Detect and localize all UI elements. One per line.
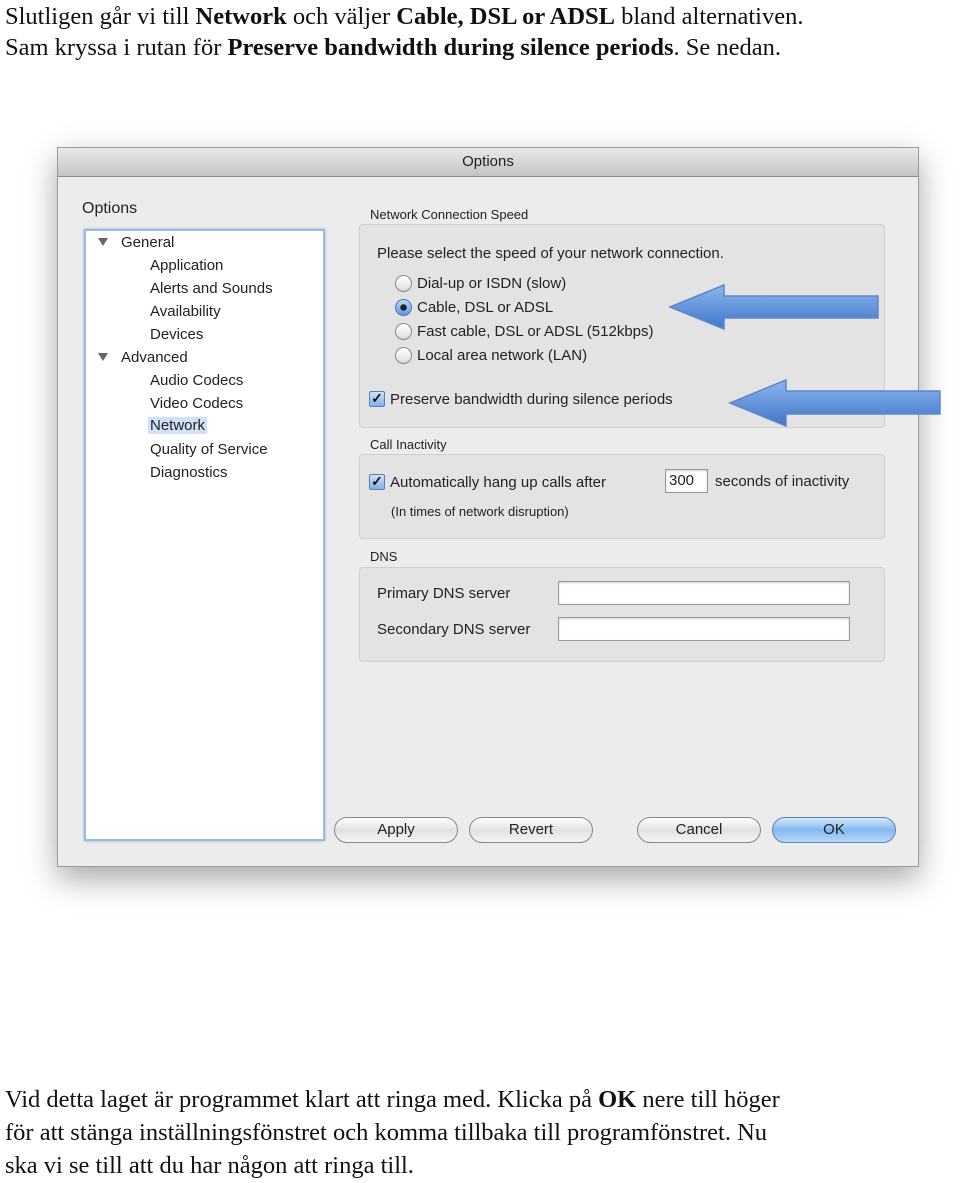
radio-fast-cable[interactable] (395, 323, 412, 340)
tree-item-alerts-and-sounds[interactable]: Alerts and Sounds (150, 280, 273, 297)
tree-item-advanced[interactable]: Advanced (121, 349, 188, 366)
text: Vid detta laget är programmet klart att … (5, 1086, 599, 1113)
dialog-title: Options (58, 148, 918, 177)
cancel-button[interactable]: Cancel (637, 817, 761, 843)
text: Sam kryssa i rutan för (5, 34, 228, 61)
hangup-note: (In times of network disruption) (391, 504, 569, 519)
preserve-bandwidth-checkbox[interactable]: ✓ (369, 391, 385, 407)
arrow-left-icon (728, 378, 941, 428)
radio-lan[interactable] (395, 347, 412, 364)
bold-text: OK (598, 1086, 637, 1113)
call-inactivity-label: Call Inactivity (370, 437, 447, 452)
bold-text: Preserve bandwidth during silence period… (227, 34, 674, 61)
preserve-bandwidth-label[interactable]: Preserve bandwidth during silence period… (390, 391, 673, 408)
sidebar-label: Options (82, 200, 138, 217)
tree-item-video-codecs[interactable]: Video Codecs (150, 395, 243, 412)
tree-item-network[interactable]: Network (148, 417, 208, 434)
primary-dns-label: Primary DNS server (377, 585, 511, 602)
radio-dialup-label[interactable]: Dial-up or ISDN (slow) (417, 275, 566, 292)
radio-lan-label[interactable]: Local area network (LAN) (417, 347, 587, 364)
outro-line-3: ska vi se till att du har någon att ring… (5, 1152, 414, 1179)
tree-item-devices[interactable]: Devices (150, 326, 203, 343)
tree-item-diagnostics[interactable]: Diagnostics (150, 464, 228, 481)
bold-text: Network (195, 3, 287, 30)
outro-line-1: Vid detta laget är programmet klart att … (5, 1083, 780, 1116)
call-inactivity-group: ✓ Automatically hang up calls after 300 … (359, 454, 885, 539)
bold-text: Cable, DSL or ADSL (396, 3, 615, 30)
secondary-dns-input[interactable] (558, 617, 850, 641)
seconds-suffix: seconds of inactivity (715, 473, 850, 490)
dns-group: Primary DNS server Secondary DNS server (359, 567, 885, 662)
network-speed-prompt: Please select the speed of your network … (377, 245, 724, 262)
hangup-checkbox[interactable]: ✓ (369, 474, 385, 490)
intro-line-1: Slutligen går vi till Network och väljer… (5, 0, 803, 33)
revert-button[interactable]: Revert (469, 817, 593, 843)
arrow-left-icon (668, 283, 879, 331)
tree-item-quality-of-service[interactable]: Quality of Service (150, 441, 268, 458)
tree-item-general[interactable]: General (121, 234, 174, 251)
radio-fast-cable-label[interactable]: Fast cable, DSL or ADSL (512kbps) (417, 323, 654, 340)
hangup-label[interactable]: Automatically hang up calls after (390, 474, 606, 491)
options-dialog: Options Options General Application Aler… (57, 147, 919, 867)
network-speed-label: Network Connection Speed (370, 207, 529, 222)
disclosure-triangle-icon[interactable] (98, 353, 108, 361)
ok-button[interactable]: OK (772, 817, 896, 843)
text: nere till höger (636, 1086, 780, 1113)
options-tree[interactable]: General Application Alerts and Sounds Av… (84, 229, 325, 841)
secondary-dns-label: Secondary DNS server (377, 621, 531, 638)
text: bland alternativen. (615, 3, 804, 30)
text: och väljer (286, 3, 397, 30)
intro-line-2: Sam kryssa i rutan för Preserve bandwidt… (5, 31, 781, 64)
radio-dialup[interactable] (395, 275, 412, 292)
radio-cable-dsl-label[interactable]: Cable, DSL or ADSL (417, 299, 553, 316)
seconds-input[interactable]: 300 (665, 469, 708, 493)
tree-item-application[interactable]: Application (150, 257, 223, 274)
primary-dns-input[interactable] (558, 581, 850, 605)
disclosure-triangle-icon[interactable] (98, 238, 108, 246)
tree-item-availability[interactable]: Availability (150, 303, 221, 320)
radio-cable-dsl[interactable] (395, 299, 412, 316)
apply-button[interactable]: Apply (334, 817, 458, 843)
text: . Se nedan. (673, 34, 782, 61)
outro-line-2: för att stänga inställningsfönstret och … (5, 1119, 768, 1146)
text: Slutligen går vi till (5, 3, 196, 30)
dns-label: DNS (370, 549, 398, 564)
tree-item-audio-codecs[interactable]: Audio Codecs (150, 372, 243, 389)
